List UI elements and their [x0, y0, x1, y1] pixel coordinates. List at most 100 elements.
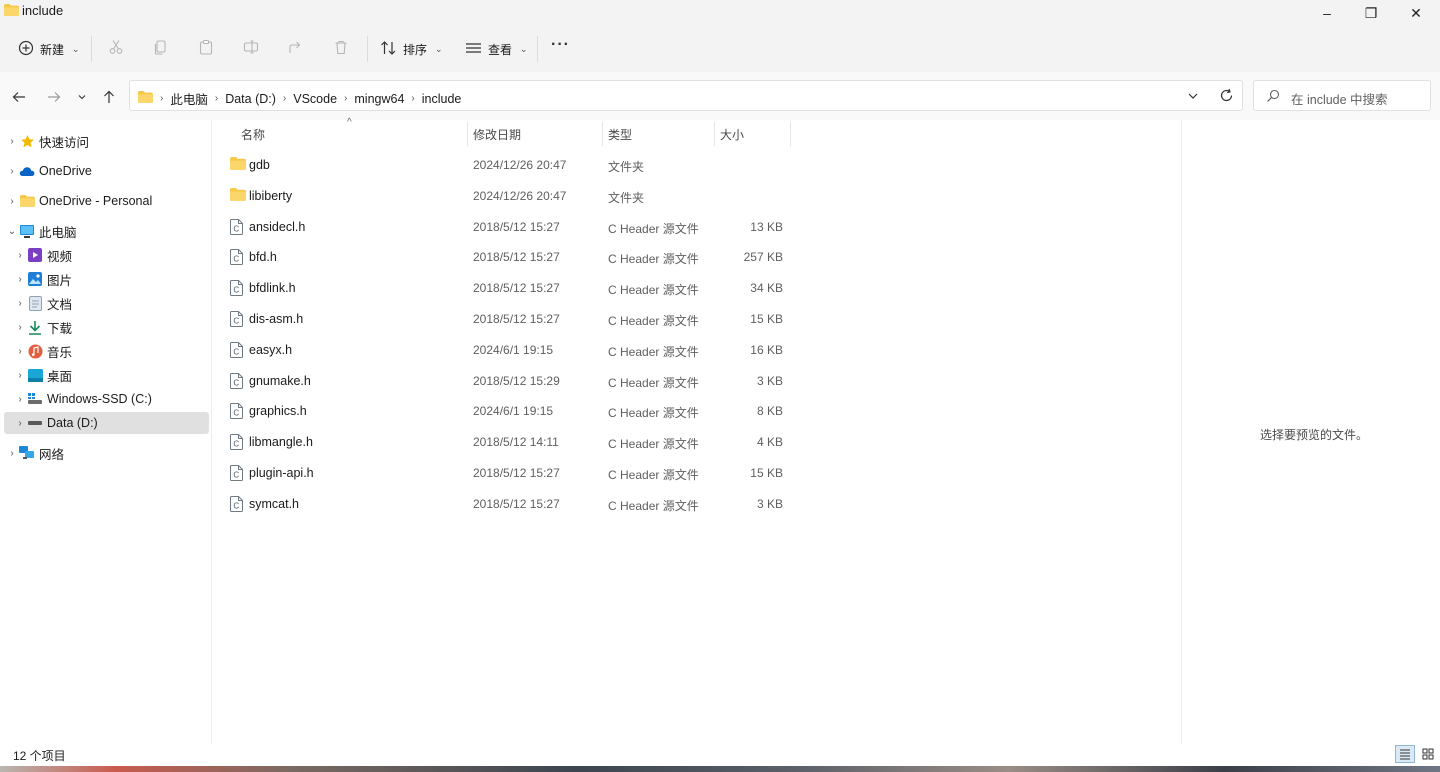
column-header-type[interactable]: 类型 — [608, 126, 632, 143]
breadcrumb-item[interactable]: 此电脑 — [170, 89, 208, 108]
column-header-name[interactable]: 名称 — [241, 126, 265, 143]
window-title: include — [22, 3, 64, 18]
file-row[interactable]: Cgnumake.h 2018/5/12 15:29 C Header 源文件 3 K… — [230, 366, 790, 396]
svg-text:C: C — [233, 501, 239, 510]
chevron-right-icon[interactable]: › — [215, 93, 218, 104]
chevron-right-icon[interactable]: › — [5, 448, 19, 459]
share-button[interactable] — [285, 36, 307, 58]
breadcrumb-item[interactable]: include — [422, 92, 462, 106]
breadcrumb-item[interactable]: Data (D:) — [225, 92, 276, 106]
refresh-button[interactable] — [1219, 88, 1234, 106]
rename-button[interactable] — [240, 36, 262, 58]
nav-item-downloads[interactable]: › 下载 — [0, 316, 223, 338]
copy-button[interactable] — [150, 36, 172, 58]
file-size: 3 KB — [756, 496, 783, 511]
maximize-button[interactable]: ❐ — [1348, 0, 1394, 26]
up-button[interactable] — [98, 88, 120, 106]
chevron-right-icon[interactable]: › — [411, 93, 414, 104]
nav-item-drive-d[interactable]: › Data (D:) — [0, 412, 223, 434]
desktop-icon — [27, 367, 43, 383]
nav-label: Windows-SSD (C:) — [47, 392, 152, 406]
sort-button[interactable]: 排序 ⌄ — [380, 34, 443, 64]
recent-locations-button[interactable] — [71, 88, 93, 106]
chevron-right-icon[interactable]: › — [13, 274, 27, 285]
nav-item-network[interactable]: › 网络 — [0, 442, 215, 464]
column-separator[interactable] — [714, 122, 715, 146]
file-name: bfdlink.h — [249, 281, 296, 296]
chevron-right-icon[interactable]: › — [13, 298, 27, 309]
breadcrumb-item[interactable]: VScode — [293, 92, 337, 106]
chevron-right-icon[interactable]: › — [13, 250, 27, 261]
file-row[interactable]: Csymcat.h 2018/5/12 15:27 C Header 源文件 3 KB — [230, 489, 790, 519]
details-view-button[interactable] — [1395, 745, 1415, 763]
c-header-file-icon: C — [230, 218, 246, 235]
forward-button[interactable] — [43, 88, 65, 106]
close-button[interactable]: ✕ — [1393, 0, 1439, 26]
pane-divider[interactable] — [211, 120, 212, 744]
cut-button[interactable] — [105, 36, 127, 58]
c-header-file-icon: C — [230, 311, 246, 327]
chevron-down-icon[interactable]: ⌄ — [5, 226, 19, 237]
nav-label: 桌面 — [47, 369, 73, 384]
file-row[interactable]: Cbfd.h 2018/5/12 15:27 C Header 源文件 257 KB — [230, 242, 790, 272]
chevron-right-icon[interactable]: › — [13, 394, 27, 405]
preview-divider[interactable] — [1181, 120, 1182, 744]
nav-item-onedrive-personal[interactable]: › OneDrive - Personal — [0, 190, 215, 212]
chevron-right-icon[interactable]: › — [13, 418, 27, 429]
file-row[interactable]: Cplugin-api.h 2018/5/12 15:27 C Header 源文件… — [230, 458, 790, 488]
modified-date: 2024/6/1 19:15 — [473, 342, 554, 357]
chevron-right-icon[interactable]: › — [5, 136, 19, 147]
large-icons-view-button[interactable] — [1419, 745, 1437, 763]
file-row[interactable]: gdb 2024/12/26 20:47 文件夹 — [230, 150, 790, 180]
chevron-down-icon — [78, 95, 86, 100]
nav-item-drive-c[interactable]: › Windows-SSD (C:) — [0, 388, 223, 410]
back-button[interactable] — [8, 88, 30, 106]
column-header-date[interactable]: 修改日期 — [473, 126, 521, 143]
new-button[interactable]: 新建 ⌄ — [18, 34, 80, 64]
nav-label: 音乐 — [47, 345, 73, 360]
column-separator[interactable] — [467, 122, 468, 146]
breadcrumb-item[interactable]: mingw64 — [354, 92, 404, 106]
chevron-right-icon[interactable]: › — [5, 166, 19, 177]
more-options-button[interactable]: ··· — [551, 36, 570, 54]
nav-item-quick-access[interactable]: › 快速访问 — [0, 130, 215, 152]
file-row[interactable]: Cbfdlink.h 2018/5/12 15:27 C Header 源文件 34 … — [230, 273, 790, 303]
file-row[interactable]: Cdis-asm.h 2018/5/12 15:27 C Header 源文件 15 … — [230, 304, 790, 334]
search-input[interactable]: 在 include 中搜索 — [1291, 89, 1388, 108]
chevron-right-icon[interactable]: › — [13, 370, 27, 381]
nav-item-music[interactable]: › 音乐 — [0, 340, 223, 362]
chevron-right-icon[interactable]: › — [13, 322, 27, 333]
nav-item-videos[interactable]: › 视频 — [0, 244, 223, 266]
delete-button[interactable] — [330, 36, 352, 58]
file-row[interactable]: Cgraphics.h 2024/6/1 19:15 C Header 源文件 8 K… — [230, 396, 790, 426]
chevron-right-icon[interactable]: › — [13, 346, 27, 357]
file-row[interactable]: Ceasyx.h 2024/6/1 19:15 C Header 源文件 16 KB — [230, 335, 790, 365]
column-separator[interactable] — [602, 122, 603, 146]
minimize-button[interactable]: – — [1304, 0, 1350, 26]
nav-label: 视频 — [47, 249, 73, 264]
share-icon — [289, 41, 301, 53]
chevron-right-icon[interactable]: › — [5, 196, 19, 207]
nav-item-pictures[interactable]: › 图片 — [0, 268, 223, 290]
file-type: C Header 源文件 — [608, 221, 699, 236]
chevron-right-icon[interactable]: › — [344, 93, 347, 104]
nav-item-onedrive[interactable]: › OneDrive — [0, 160, 215, 182]
file-row[interactable]: libiberty 2024/12/26 20:47 文件夹 — [230, 181, 790, 211]
file-type: C Header 源文件 — [608, 314, 699, 328]
sort-ascending-icon: ^ — [347, 117, 352, 128]
nav-item-documents[interactable]: › 文档 — [0, 292, 223, 314]
file-type: C Header 源文件 — [608, 375, 699, 390]
nav-item-this-pc[interactable]: ⌄ 此电脑 — [0, 220, 215, 242]
file-row[interactable]: Clibmangle.h 2018/5/12 14:11 C Header 源文件 4… — [230, 427, 790, 457]
chevron-right-icon[interactable]: › — [283, 93, 286, 104]
view-button[interactable]: 查看 ⌄ — [465, 34, 528, 64]
download-icon — [27, 319, 43, 335]
nav-item-desktop[interactable]: › 桌面 — [0, 364, 223, 386]
file-name: easyx.h — [249, 342, 293, 357]
file-type: C Header 源文件 — [608, 468, 699, 482]
file-row[interactable]: Cansidecl.h 2018/5/12 15:27 C Header 源文件 13… — [230, 212, 790, 242]
column-separator[interactable] — [790, 122, 791, 146]
address-history-button[interactable] — [1187, 90, 1199, 105]
paste-button[interactable] — [195, 36, 217, 58]
column-header-size[interactable]: 大小 — [720, 126, 744, 143]
